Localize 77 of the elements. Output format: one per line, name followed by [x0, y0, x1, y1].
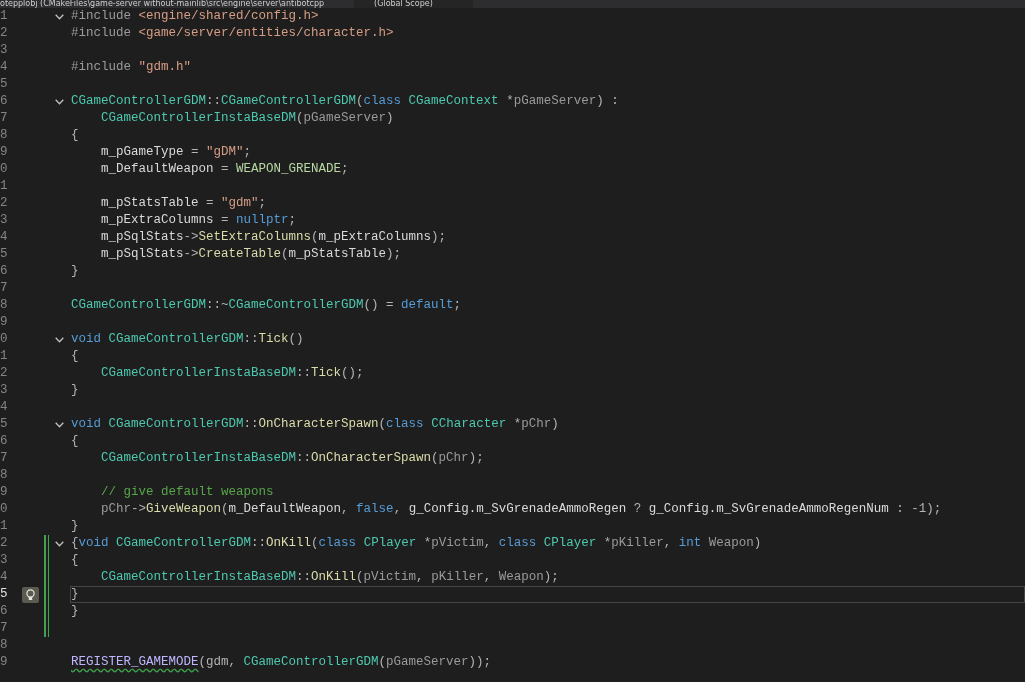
code-line: }: [71, 383, 79, 397]
line-number: 2: [0, 366, 8, 381]
code-line: }: [71, 519, 79, 533]
collapse-chevron-icon[interactable]: [55, 540, 64, 547]
scope-dropdown[interactable]: (Global Scope): [354, 0, 473, 8]
code-line: // give default weapons: [101, 485, 274, 499]
line-number: 1: [0, 179, 8, 194]
file-path-dropdown[interactable]: otepplobj (CMakeFiles\game-server without-mainlib\src\engine\server\antibotcpp: [0, 0, 325, 8]
line-number: 9: [0, 655, 8, 670]
code-line: void CGameControllerGDM::OnCharacterSpawn(class CCharacter *pChr): [71, 417, 559, 431]
line-number: 4: [0, 570, 8, 585]
code-line: void CGameControllerGDM::Tick(): [71, 332, 304, 346]
line-number: 7: [0, 281, 8, 296]
collapse-chevron-icon[interactable]: [55, 336, 64, 343]
code-line: CGameControllerGDM::~CGameControllerGDM() = default;: [71, 298, 462, 312]
line-number: 5: [0, 247, 8, 262]
line-number: 2: [0, 536, 8, 551]
line-number: 7: [0, 111, 8, 126]
line-number: 6: [0, 604, 8, 619]
code-line: }: [71, 587, 79, 601]
collapse-chevron-icon[interactable]: [55, 421, 64, 428]
code-line: {: [71, 128, 79, 142]
line-number: 2: [0, 26, 8, 41]
line-number: 5: [0, 587, 8, 602]
collapse-chevron-icon[interactable]: [55, 98, 64, 105]
line-number: 1: [0, 519, 8, 534]
code-line: CGameControllerGDM::CGameControllerGDM(class CGameContext *pGameServer) :: [71, 94, 619, 108]
line-number: 3: [0, 553, 8, 568]
line-number: 3: [0, 213, 8, 228]
line-number: 6: [0, 264, 8, 279]
line-number: 1: [0, 9, 8, 24]
code-line: #include <game/server/entities/character.h>: [71, 26, 394, 40]
line-number: 7: [0, 451, 8, 466]
line-number: 9: [0, 145, 8, 160]
code-line: #include <engine/shared/config.h>: [71, 9, 319, 23]
code-line: REGISTER_GAMEMODE(gdm, CGameControllerGDM(pGameServer));: [71, 655, 492, 669]
line-number: 4: [0, 60, 8, 75]
line-number: 7: [0, 621, 8, 636]
code-line: pChr->GiveWeapon(m_DefaultWeapon, false, g_Config.m_SvGrenadeAmmoRegen ? g_Config.m_SvGrenadeAmmoRegenNum : -1);: [101, 502, 942, 516]
collapse-chevron-icon[interactable]: [55, 13, 64, 20]
code-line: {void CGameControllerGDM::OnKill(class CPlayer *pVictim, class CPlayer *pKiller, int Weapon): [71, 536, 762, 550]
code-line: m_pSqlStats->SetExtraColumns(m_pExtraColumns);: [101, 230, 447, 244]
line-number: 9: [0, 315, 8, 330]
line-number: 5: [0, 77, 8, 92]
code-line: CGameControllerInstaBaseDM::Tick();: [101, 366, 364, 380]
line-number: 9: [0, 485, 8, 500]
line-number: 8: [0, 638, 8, 653]
code-line: m_DefaultWeapon = WEAPON_GRENADE;: [101, 162, 349, 176]
line-number: 4: [0, 400, 8, 415]
code-line: {: [71, 349, 79, 363]
line-number: 6: [0, 94, 8, 109]
lightbulb-icon[interactable]: [22, 586, 39, 603]
code-line: {: [71, 434, 79, 448]
line-number: 6: [0, 434, 8, 449]
code-line: #include "gdm.h": [71, 60, 192, 74]
code-line: m_pGameType = "gDM";: [101, 145, 252, 159]
line-number: 4: [0, 230, 8, 245]
code-line: {: [71, 553, 79, 567]
line-number: 0: [0, 502, 8, 517]
code-line: m_pExtraColumns = nullptr;: [101, 213, 297, 227]
code-line: }: [71, 264, 79, 278]
line-number: 2: [0, 196, 8, 211]
line-number: 5: [0, 417, 8, 432]
code-line: }: [71, 604, 79, 618]
line-number: 8: [0, 128, 8, 143]
line-number: 3: [0, 383, 8, 398]
code-line: CGameControllerInstaBaseDM::OnKill(pVictim, pKiller, Weapon);: [101, 570, 559, 584]
code-line: CGameControllerInstaBaseDM(pGameServer): [101, 111, 394, 125]
code-line: CGameControllerInstaBaseDM::OnCharacterSpawn(pChr);: [101, 451, 484, 465]
line-number: 1: [0, 349, 8, 364]
line-number: 3: [0, 43, 8, 58]
code-line: m_pSqlStats->CreateTable(m_pStatsTable);: [101, 247, 402, 261]
line-number: 0: [0, 162, 8, 177]
line-number: 8: [0, 298, 8, 313]
code-line: m_pStatsTable = "gdm";: [101, 196, 267, 210]
line-number: 8: [0, 468, 8, 483]
line-number: 0: [0, 332, 8, 347]
